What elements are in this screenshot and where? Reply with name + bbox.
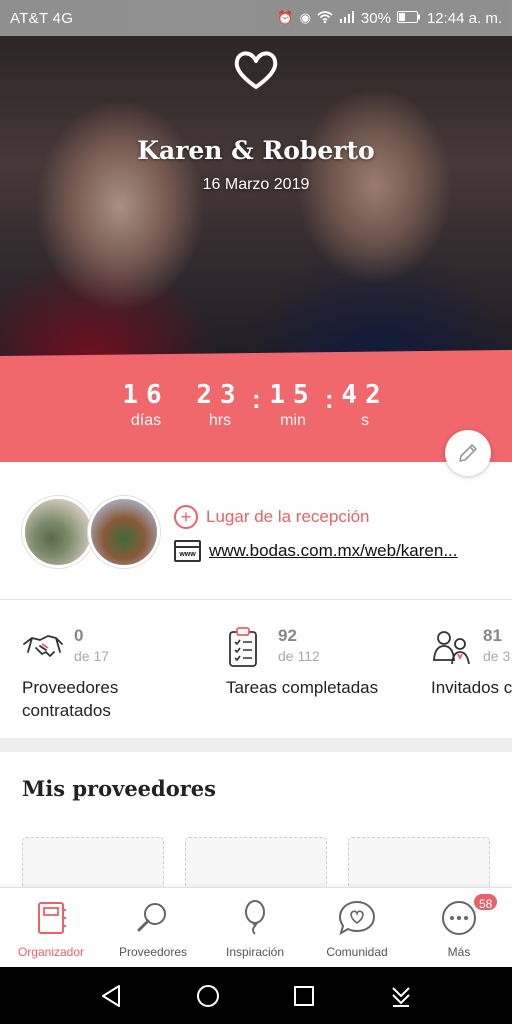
alarm-icon: ⏰ <box>277 10 294 25</box>
tab-comunidad[interactable]: Comunidad <box>306 888 408 968</box>
tab-label: Comunidad <box>326 945 388 959</box>
stats-row: 0 de 17 Proveedores contratados 92 de 11… <box>0 600 512 738</box>
hours-value: 23 <box>196 380 244 410</box>
providers-label: Proveedores contratados <box>22 678 119 720</box>
search-icon <box>137 903 166 932</box>
tab-proveedores[interactable]: Proveedores <box>102 888 204 968</box>
home-icon[interactable] <box>192 980 224 1012</box>
venue-photo[interactable] <box>88 496 160 568</box>
pencil-icon <box>459 444 477 462</box>
providers-count: 0 <box>74 626 84 645</box>
notification-badge: 58 <box>472 892 500 912</box>
battery-icon <box>396 10 421 26</box>
wifi-icon <box>317 10 333 26</box>
tasks-count: 92 <box>278 626 297 645</box>
countdown-hours: 23 hrs <box>180 380 260 430</box>
minutes-value: 15 <box>269 380 317 410</box>
browser-www-icon: www <box>174 540 201 562</box>
tab-organizador[interactable]: Organizador <box>0 888 102 968</box>
wedding-website-link[interactable]: www www.bodas.com.mx/web/karen... <box>174 540 457 562</box>
tab-label: Inspiración <box>225 945 285 959</box>
notebook-icon <box>38 902 66 934</box>
guests-count: 81 <box>483 626 502 645</box>
balloon-icon <box>245 900 265 935</box>
carrier-label: AT&T 4G <box>10 9 74 27</box>
guests-icon <box>433 631 470 665</box>
tasks-total: de 112 <box>278 648 320 664</box>
signal-icon <box>339 10 355 26</box>
guests-label: Invitados confirmac <box>431 678 512 697</box>
edit-button[interactable] <box>445 430 491 476</box>
heart-logo-icon <box>234 51 278 89</box>
guests-total: de 3 <box>483 648 511 664</box>
clock: 12:44 a. m. <box>426 9 502 27</box>
recents-icon[interactable] <box>288 980 320 1012</box>
minutes-label: min <box>280 412 306 429</box>
tab-label: Proveedores <box>118 945 188 959</box>
wedding-date: 16 Marzo 2019 <box>202 176 310 193</box>
countdown-band: 16 días 23 hrs : 15 min : 42 s <box>0 350 512 462</box>
notification-pull-icon[interactable] <box>385 980 417 1012</box>
venue-section: + Lugar de la recepción www www.bodas.co… <box>0 462 512 600</box>
countdown-days: 16 días <box>106 380 186 430</box>
back-icon[interactable] <box>95 980 127 1012</box>
days-value: 16 <box>122 380 170 410</box>
plus-circle-icon: + <box>174 505 198 529</box>
chat-heart-icon <box>338 900 376 936</box>
tab-inspiracion[interactable]: Inspiración <box>204 888 306 968</box>
tasks-label: Tareas completadas <box>226 678 379 697</box>
battery-percent: 30% <box>360 9 391 27</box>
section-divider <box>0 738 512 752</box>
eye-comfort-icon: ◉ <box>299 10 311 25</box>
system-nav-bar <box>0 967 512 1024</box>
status-bar: AT&T 4G ⏰ ◉ 30% 12:44 a. m. <box>0 0 512 36</box>
countdown-minutes: 15 min <box>253 380 333 430</box>
tab-label: Organizador <box>17 945 85 959</box>
clipboard-checklist-icon <box>229 627 257 667</box>
tab-label: Más <box>447 945 471 959</box>
seconds-label: s <box>361 412 369 429</box>
providers-heading: Mis proveedores <box>22 776 216 801</box>
add-reception-venue-label: Lugar de la recepción <box>206 507 370 526</box>
hours-label: hrs <box>208 412 232 429</box>
add-reception-venue-link[interactable]: + Lugar de la recepción <box>174 505 370 529</box>
venue-photo[interactable] <box>22 496 94 568</box>
bottom-tab-bar: Organizador Proveedores Inspiración Comu… <box>0 887 512 967</box>
days-label: días <box>130 412 162 429</box>
handshake-icon <box>23 635 63 657</box>
seconds-value: 42 <box>341 380 389 410</box>
wedding-website-url: www.bodas.com.mx/web/karen... <box>209 541 458 560</box>
countdown-seconds: 42 s <box>325 380 405 430</box>
couple-names: Karen & Roberto <box>137 136 375 165</box>
tab-mas[interactable]: 58 Más <box>408 888 510 968</box>
providers-total: de 17 <box>74 648 110 664</box>
